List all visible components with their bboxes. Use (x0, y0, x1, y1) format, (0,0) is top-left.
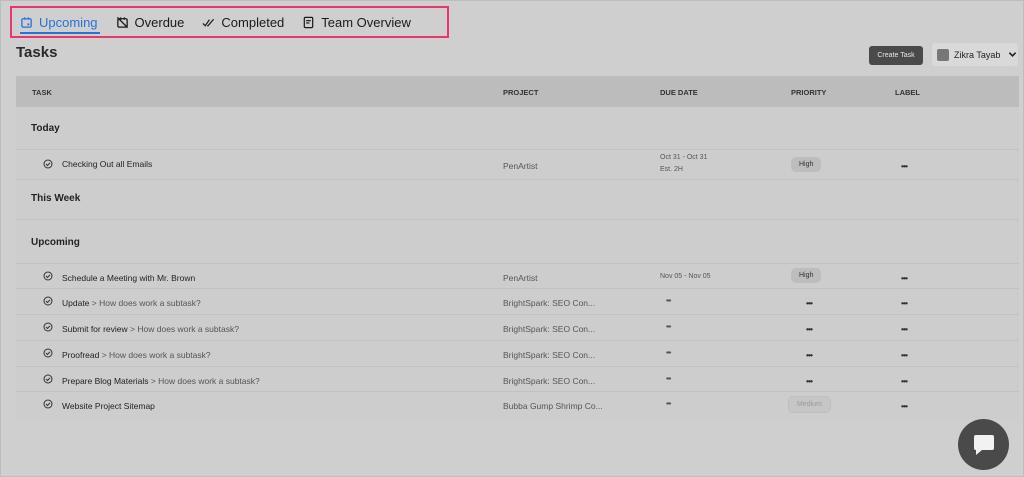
check-circle-icon[interactable] (43, 399, 53, 409)
divider (16, 219, 1019, 220)
due-date-menu[interactable]: ••• (666, 401, 671, 408)
calendar-x-icon (116, 16, 128, 28)
tab-completed-label: Completed (221, 14, 285, 30)
task-table: TASK PROJECT DUE DATE PRIORITY LABEL Tod… (16, 76, 1019, 419)
divider (16, 179, 1019, 180)
label-menu[interactable]: ••• (901, 161, 908, 171)
page-title: Tasks (16, 44, 58, 61)
task-estimate: Est. 2H (660, 166, 683, 173)
section-upcoming: Upcoming (31, 237, 80, 248)
table-row[interactable]: Checking Out all Emails PenArtist Oct 31… (16, 149, 1019, 179)
label-menu[interactable]: ••• (901, 376, 908, 386)
tab-overdue-label: Overdue (134, 14, 185, 30)
table-row[interactable]: Prepare Blog Materials > How does work a… (16, 366, 1019, 391)
column-task: TASK (32, 88, 52, 97)
priority-menu[interactable]: ••• (806, 376, 813, 386)
create-task-button[interactable]: Create Task (869, 46, 923, 65)
label-menu[interactable]: ••• (901, 273, 908, 283)
task-project: BrightSpark: SEO Con... (503, 298, 596, 308)
tab-overdue[interactable]: Overdue (116, 8, 185, 36)
user-menu[interactable]: Zikra Tayab (932, 43, 1018, 66)
section-today: Today (31, 123, 60, 134)
label-menu[interactable]: ••• (901, 350, 908, 360)
check-circle-icon[interactable] (43, 322, 53, 332)
tab-team-overview-label: Team Overview (321, 14, 411, 30)
check-circle-icon[interactable] (43, 348, 53, 358)
chevron-down-icon (1009, 52, 1017, 57)
column-label: LABEL (895, 88, 920, 97)
column-project: PROJECT (503, 88, 539, 97)
label-menu[interactable]: ••• (901, 298, 908, 308)
task-name: Prepare Blog Materials > How does work a… (62, 376, 260, 386)
task-name: Checking Out all Emails (62, 159, 153, 169)
due-date-menu[interactable]: ••• (666, 376, 671, 383)
label-menu[interactable]: ••• (901, 324, 908, 334)
task-name: Proofread > How does work a subtask? (62, 350, 211, 360)
due-date-menu[interactable]: ••• (666, 350, 671, 357)
app-frame: Upcoming Overdue Completed Team Overview… (0, 0, 1024, 477)
priority-menu[interactable]: ••• (806, 298, 813, 308)
check-circle-icon[interactable] (43, 271, 53, 281)
label-menu[interactable]: ••• (901, 401, 908, 411)
avatar-icon (937, 48, 949, 61)
calendar-icon (21, 16, 32, 28)
priority-menu[interactable]: ••• (806, 350, 813, 360)
due-date-menu[interactable]: ••• (666, 298, 671, 305)
task-name: Update > How does work a subtask? (62, 298, 201, 308)
table-header: TASK PROJECT DUE DATE PRIORITY LABEL (16, 76, 1019, 107)
tab-upcoming-label: Upcoming (39, 14, 98, 30)
task-due-date[interactable]: Nov 05 - Nov 05 (660, 273, 711, 280)
task-project: Bubba Gump Shrimp Co... (503, 401, 603, 411)
tab-completed[interactable]: Completed (202, 8, 284, 36)
table-row[interactable]: Proofread > How does work a subtask? Bri… (16, 340, 1019, 365)
column-due-date: DUE DATE (660, 88, 698, 97)
double-check-icon (202, 18, 215, 27)
task-project: BrightSpark: SEO Con... (503, 350, 596, 360)
document-icon (303, 16, 314, 28)
table-row[interactable]: Update > How does work a subtask? Bright… (16, 288, 1019, 313)
user-name: Zikra Tayab (954, 49, 1001, 60)
task-project: BrightSpark: SEO Con... (503, 376, 596, 386)
table-row[interactable]: Website Project Sitemap Bubba Gump Shrim… (16, 391, 1019, 416)
check-circle-icon[interactable] (43, 159, 53, 169)
table-row[interactable]: Schedule a Meeting with Mr. Brown PenArt… (16, 263, 1019, 288)
chat-bubble-icon (973, 434, 994, 455)
check-circle-icon[interactable] (43, 296, 53, 306)
task-due-date[interactable]: Oct 31 - Oct 31 (660, 154, 707, 161)
tab-bar: Upcoming Overdue Completed Team Overview (10, 6, 449, 38)
task-project: PenArtist (503, 161, 538, 171)
due-date-menu[interactable]: ••• (666, 324, 671, 331)
priority-badge[interactable]: Medium (788, 396, 831, 413)
section-this-week: This Week (31, 193, 81, 204)
table-row[interactable]: Submit for review > How does work a subt… (16, 314, 1019, 339)
priority-menu[interactable]: ••• (806, 324, 813, 334)
task-name: Website Project Sitemap (62, 401, 155, 411)
tab-team-overview[interactable]: Team Overview (302, 8, 411, 36)
task-name: Schedule a Meeting with Mr. Brown (62, 273, 196, 283)
task-name: Submit for review > How does work a subt… (62, 324, 239, 334)
priority-badge[interactable]: High (791, 268, 822, 283)
column-priority: PRIORITY (791, 88, 827, 97)
tab-upcoming[interactable]: Upcoming (20, 8, 100, 36)
chat-button[interactable] (958, 419, 1009, 470)
task-project: PenArtist (503, 273, 538, 283)
check-circle-icon[interactable] (43, 374, 53, 384)
priority-badge[interactable]: High (791, 157, 822, 172)
task-project: BrightSpark: SEO Con... (503, 324, 596, 334)
